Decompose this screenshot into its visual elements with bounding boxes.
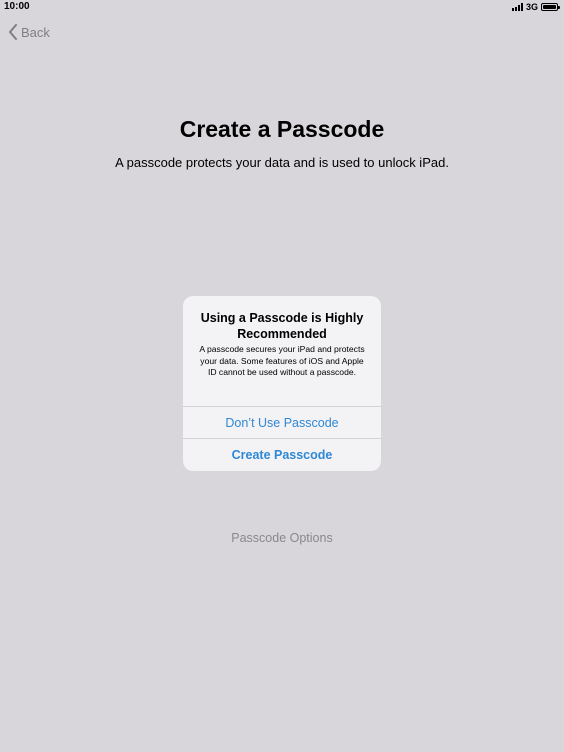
back-label: Back	[21, 24, 50, 40]
chevron-left-icon	[9, 24, 17, 40]
alert-title: Using a Passcode is Highly Recommended	[200, 311, 364, 341]
status-time: 10:00	[4, 1, 30, 12]
page-title: Create a Passcode	[179, 116, 385, 142]
signal-icon	[511, 3, 523, 11]
alert-message: A passcode secures your iPad and protect…	[199, 344, 365, 377]
status-bar: 10:00 3G	[0, 0, 564, 14]
back-button[interactable]: Back	[8, 24, 50, 40]
network-type: 3G	[525, 2, 538, 12]
dont-use-passcode-button[interactable]: Don’t Use Passcode	[183, 407, 381, 439]
battery-icon	[541, 3, 560, 11]
page-subtitle: A passcode protects your data and is use…	[115, 155, 449, 170]
create-passcode-button[interactable]: Create Passcode	[183, 439, 381, 471]
passcode-options-link[interactable]: Passcode Options	[0, 531, 564, 545]
passcode-alert: Using a Passcode is Highly Recommended A…	[183, 296, 381, 471]
status-indicators: 3G	[511, 2, 560, 12]
